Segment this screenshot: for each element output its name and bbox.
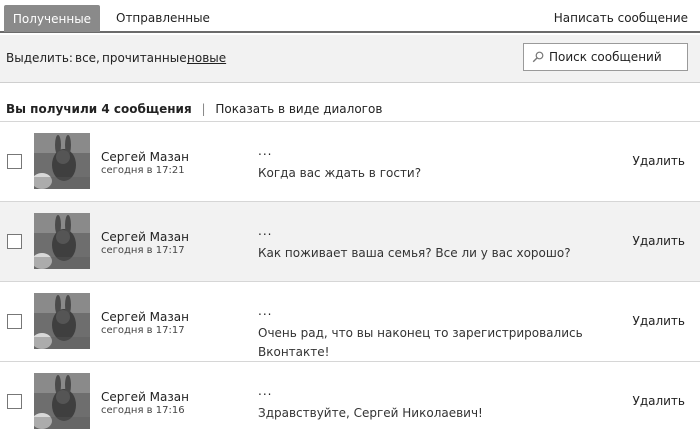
- message-subject: ...: [258, 384, 273, 398]
- message-checkbox[interactable]: [7, 314, 22, 329]
- message-checkbox[interactable]: [7, 394, 22, 409]
- sender-name[interactable]: Сергей Мазан: [101, 150, 189, 164]
- filter-bar: Выделить: все, прочитанные, новые: [0, 35, 700, 83]
- message-time: сегодня в 17:17: [101, 325, 185, 336]
- delete-button[interactable]: Удалить: [633, 154, 686, 168]
- message-subject: ...: [258, 224, 273, 238]
- message-row[interactable]: Сергей Мазан сегодня в 17:16 ... Здравст…: [0, 361, 700, 437]
- select-read-link[interactable]: прочитанные,: [102, 51, 190, 65]
- tab-received[interactable]: Полученные: [4, 5, 100, 32]
- message-list: Сергей Мазан сегодня в 17:21 ... Когда в…: [0, 121, 700, 437]
- compose-message-link[interactable]: Написать сообщение: [554, 11, 688, 25]
- message-text[interactable]: Очень рад, что вы наконец то зарегистрир…: [258, 324, 588, 362]
- tab-bar: Полученные Отправленные Написать сообщен…: [0, 0, 700, 33]
- sender-name[interactable]: Сергей Мазан: [101, 230, 189, 244]
- sender-name[interactable]: Сергей Мазан: [101, 390, 189, 404]
- show-dialogs-link[interactable]: Показать в виде диалогов: [215, 102, 382, 116]
- message-time: сегодня в 17:21: [101, 165, 185, 176]
- messages-summary: Вы получили 4 сообщения | Показать в вид…: [6, 102, 382, 116]
- message-text[interactable]: Как поживает ваша семья? Все ли у вас хо…: [258, 244, 588, 263]
- summary-separator: |: [201, 102, 206, 116]
- message-text[interactable]: Когда вас ждать в гости?: [258, 164, 588, 183]
- message-subject: ...: [258, 144, 273, 158]
- message-row[interactable]: Сергей Мазан сегодня в 17:21 ... Когда в…: [0, 121, 700, 201]
- message-time: сегодня в 17:16: [101, 405, 185, 416]
- avatar[interactable]: [34, 293, 90, 349]
- message-text[interactable]: Здравствуйте, Сергей Николаевич!: [258, 404, 588, 423]
- select-new-link[interactable]: новые: [187, 51, 226, 65]
- message-time: сегодня в 17:17: [101, 245, 185, 256]
- message-subject: ...: [258, 304, 273, 318]
- message-checkbox[interactable]: [7, 234, 22, 249]
- sender-name[interactable]: Сергей Мазан: [101, 310, 189, 324]
- avatar[interactable]: [34, 373, 90, 429]
- delete-button[interactable]: Удалить: [633, 394, 686, 408]
- delete-button[interactable]: Удалить: [633, 314, 686, 328]
- delete-button[interactable]: Удалить: [633, 234, 686, 248]
- avatar[interactable]: [34, 133, 90, 189]
- search-input[interactable]: [549, 50, 679, 64]
- avatar[interactable]: [34, 213, 90, 269]
- message-row[interactable]: Сергей Мазан сегодня в 17:17 ... Как пож…: [0, 201, 700, 281]
- search-box[interactable]: [523, 43, 688, 71]
- select-all-link[interactable]: все,: [75, 51, 100, 65]
- search-icon: [532, 51, 544, 63]
- message-row[interactable]: Сергей Мазан сегодня в 17:17 ... Очень р…: [0, 281, 700, 361]
- tab-sent[interactable]: Отправленные: [116, 11, 210, 25]
- select-label: Выделить:: [6, 51, 73, 65]
- message-checkbox[interactable]: [7, 154, 22, 169]
- message-count: Вы получили 4 сообщения: [6, 102, 192, 116]
